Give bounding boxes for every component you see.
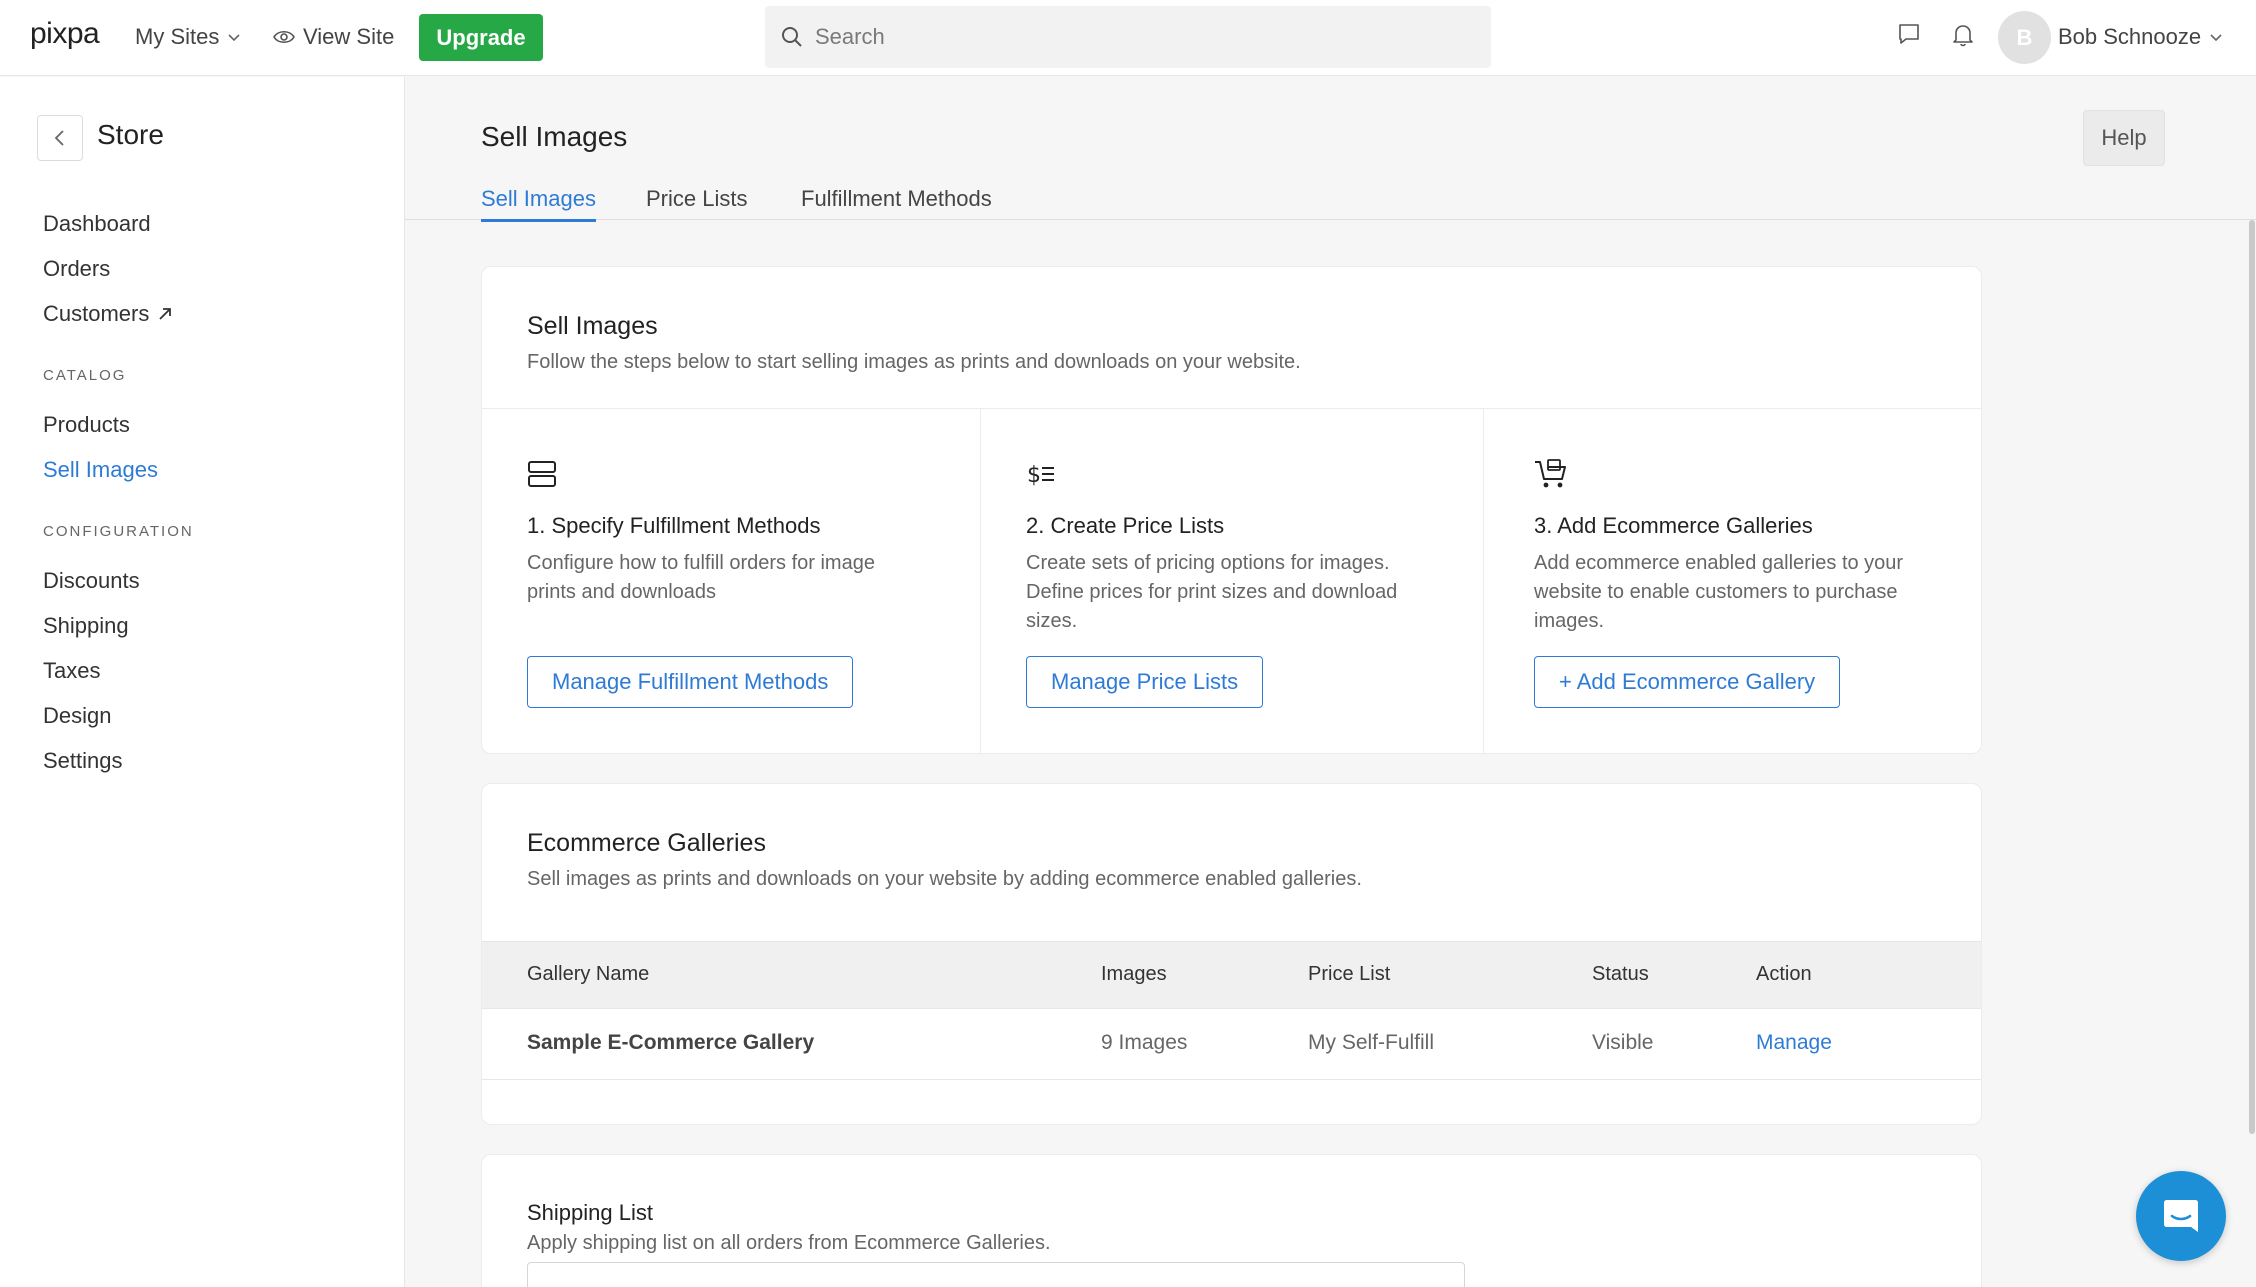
steps-row: 1. Specify Fulfillment Methods Configure… bbox=[482, 408, 1981, 753]
sell-images-card: Sell Images Follow the steps below to st… bbox=[481, 266, 1982, 754]
sidebar-item-settings[interactable]: Settings bbox=[43, 748, 123, 774]
upgrade-button[interactable]: Upgrade bbox=[419, 14, 543, 61]
chevron-down-icon bbox=[2210, 34, 2222, 42]
column-status: Status bbox=[1592, 963, 1649, 985]
tab-sell-images[interactable]: Sell Images bbox=[481, 186, 596, 222]
table-header: Gallery Name Images Price List Status Ac… bbox=[482, 941, 1981, 1009]
chat-widget-button[interactable] bbox=[2136, 1171, 2226, 1261]
user-menu[interactable]: Bob Schnooze bbox=[2058, 24, 2223, 50]
card-title: Ecommerce Galleries bbox=[527, 829, 766, 857]
sidebar-item-dashboard[interactable]: Dashboard bbox=[43, 211, 151, 237]
search-input[interactable] bbox=[815, 24, 1455, 50]
add-ecommerce-gallery-button[interactable]: + Add Ecommerce Gallery bbox=[1534, 656, 1841, 708]
user-name: Bob Schnooze bbox=[2058, 24, 2202, 49]
chevron-down-icon bbox=[228, 34, 240, 42]
table-row: Sample E-Commerce Gallery 9 Images My Se… bbox=[482, 1009, 1981, 1080]
column-images: Images bbox=[1101, 963, 1167, 985]
bell-icon[interactable] bbox=[1951, 22, 1975, 48]
manage-fulfillment-methods-button[interactable]: Manage Fulfillment Methods bbox=[527, 656, 854, 708]
step-title: 1. Specify Fulfillment Methods bbox=[527, 513, 821, 538]
column-action: Action bbox=[1756, 963, 1812, 985]
chat-icon bbox=[2164, 1200, 2198, 1232]
chevron-left-icon bbox=[54, 130, 64, 146]
server-icon bbox=[528, 461, 556, 487]
sidebar-item-sell-images[interactable]: Sell Images bbox=[43, 457, 158, 483]
manage-gallery-link[interactable]: Manage bbox=[1756, 1031, 1832, 1055]
gallery-status: Visible bbox=[1592, 1031, 1654, 1054]
sidebar-item-orders[interactable]: Orders bbox=[43, 256, 110, 282]
external-link-icon bbox=[159, 308, 172, 320]
sidebar-title: Store bbox=[97, 119, 164, 150]
step-title: 2. Create Price Lists bbox=[1026, 513, 1225, 538]
view-site-label: View Site bbox=[303, 24, 395, 49]
column-price-list: Price List bbox=[1308, 963, 1391, 985]
step-galleries: 3. Add Ecommerce Galleries Add ecommerce… bbox=[1483, 409, 1981, 753]
sidebar-item-products[interactable]: Products bbox=[43, 412, 130, 438]
gallery-name: Sample E-Commerce Gallery bbox=[527, 1031, 815, 1054]
help-button[interactable]: Help bbox=[2083, 110, 2165, 166]
step-price-lists: $ 2. Create Price Lists Create sets of p… bbox=[980, 409, 1483, 753]
step-title: 3. Add Ecommerce Galleries bbox=[1534, 513, 1813, 538]
column-gallery-name: Gallery Name bbox=[527, 963, 650, 985]
sidebar-item-label: Customers bbox=[43, 301, 150, 326]
card-title: Shipping List bbox=[527, 1200, 653, 1225]
gallery-price-list: My Self-Fulfill bbox=[1308, 1031, 1435, 1054]
page-title: Sell Images bbox=[481, 121, 628, 152]
svg-text:$: $ bbox=[1027, 463, 1041, 488]
step-description: Configure how to fulfill orders for imag… bbox=[527, 552, 875, 603]
view-site-link[interactable]: View Site bbox=[273, 24, 394, 50]
sidebar-item-taxes[interactable]: Taxes bbox=[43, 658, 100, 684]
chat-bubble-icon[interactable] bbox=[1897, 22, 1921, 46]
avatar[interactable]: B bbox=[1998, 11, 2051, 64]
step-description: Create sets of pricing options for image… bbox=[1026, 552, 1398, 632]
search-bar bbox=[765, 6, 1491, 68]
gallery-images-count: 9 Images bbox=[1101, 1031, 1188, 1054]
sidebar-item-shipping[interactable]: Shipping bbox=[43, 613, 129, 639]
price-list-icon: $ bbox=[1027, 463, 1054, 488]
eye-icon bbox=[273, 30, 295, 44]
ecommerce-galleries-card: Ecommerce Galleries Sell images as print… bbox=[481, 783, 1982, 1125]
card-title: Sell Images bbox=[527, 312, 658, 340]
top-bar: pixpa My Sites View Site Upgrade B Bob S… bbox=[0, 0, 2256, 76]
shipping-list-card: Shipping List Apply shipping list on all… bbox=[481, 1154, 1982, 1287]
sidebar-item-discounts[interactable]: Discounts bbox=[43, 568, 140, 594]
sidebar-item-customers[interactable]: Customers bbox=[43, 301, 173, 327]
scrollbar[interactable] bbox=[2249, 220, 2255, 1134]
search-icon bbox=[782, 27, 802, 47]
tab-bar: Sell Images Price Lists Fulfillment Meth… bbox=[405, 175, 2256, 222]
card-subtitle: Follow the steps below to start selling … bbox=[527, 351, 1301, 373]
step-fulfillment: 1. Specify Fulfillment Methods Configure… bbox=[482, 409, 980, 753]
back-button[interactable] bbox=[37, 115, 83, 161]
my-sites-dropdown[interactable]: My Sites bbox=[135, 24, 241, 50]
sidebar-item-design[interactable]: Design bbox=[43, 703, 111, 729]
pixpa-logo[interactable]: pixpa bbox=[30, 17, 100, 51]
step-description: Add ecommerce enabled galleries to your … bbox=[1534, 552, 1904, 632]
shipping-list-select[interactable] bbox=[527, 1262, 1465, 1287]
tab-fulfillment-methods[interactable]: Fulfillment Methods bbox=[801, 186, 992, 219]
section-catalog: CATALOG bbox=[43, 367, 127, 384]
card-subtitle: Sell images as prints and downloads on y… bbox=[527, 868, 1362, 890]
sidebar: Store Dashboard Orders Customers CATALOG… bbox=[0, 77, 405, 1287]
cart-gallery-icon bbox=[1535, 459, 1566, 488]
section-configuration: CONFIGURATION bbox=[43, 523, 194, 540]
manage-price-lists-button[interactable]: Manage Price Lists bbox=[1026, 656, 1264, 708]
tab-price-lists[interactable]: Price Lists bbox=[646, 186, 747, 219]
my-sites-label: My Sites bbox=[135, 24, 220, 49]
card-subtitle: Apply shipping list on all orders from E… bbox=[527, 1232, 1051, 1254]
